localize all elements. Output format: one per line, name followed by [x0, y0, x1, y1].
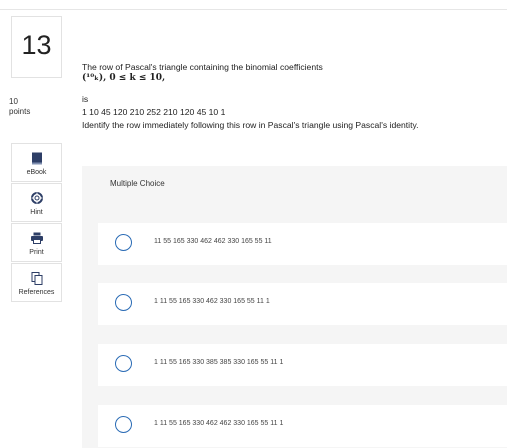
points-label: points	[9, 107, 31, 116]
choice-text-2: 1 11 55 165 330 462 330 165 55 11 1	[154, 298, 270, 305]
question-text-line-3: is	[82, 94, 89, 104]
ebook-label: eBook	[26, 169, 47, 176]
pascal-row: 1 10 45 120 210 252 210 120 45 10 1	[82, 107, 226, 117]
question-prompt: Identify the row immediately following t…	[82, 120, 419, 130]
choice-option-2[interactable]: 1 11 55 165 330 462 330 165 55 11 1	[98, 283, 507, 325]
choice-text-4: 1 11 55 165 330 462 462 330 165 55 11 1	[154, 420, 284, 427]
choice-option-4[interactable]: 1 11 55 165 330 462 462 330 165 55 11 1	[98, 405, 507, 447]
hint-button[interactable]: Hint	[11, 183, 62, 222]
multiple-choice-label: Multiple Choice	[110, 179, 165, 188]
choice-text-3: 1 11 55 165 330 385 385 330 165 55 11 1	[154, 359, 284, 366]
ebook-button[interactable]: eBook	[11, 143, 62, 182]
documents-icon	[31, 272, 42, 285]
choice-text-1: 11 55 165 330 462 462 330 165 55 11	[154, 238, 272, 245]
radio-button-3[interactable]	[115, 355, 132, 372]
points-value: 10	[9, 97, 18, 106]
radio-button-4[interactable]	[115, 416, 132, 433]
question-number-box: 13	[11, 16, 62, 78]
question-number: 13	[21, 30, 52, 60]
choice-option-1[interactable]: 11 55 165 330 462 462 330 165 55 11	[98, 223, 507, 265]
printer-icon	[30, 232, 43, 244]
question-text-line-1: The row of Pascal's triangle containing …	[82, 62, 323, 72]
book-icon	[31, 152, 42, 165]
print-label: Print	[29, 249, 44, 256]
radio-button-2[interactable]	[115, 294, 132, 311]
hint-label: Hint	[30, 209, 43, 216]
radio-button-1[interactable]	[115, 234, 132, 251]
lifebuoy-icon	[30, 192, 43, 204]
top-divider	[0, 9, 507, 10]
references-label: References	[18, 289, 55, 296]
references-button[interactable]: References	[11, 263, 62, 302]
print-button[interactable]: Print	[11, 223, 62, 262]
choice-option-3[interactable]: 1 11 55 165 330 385 385 330 165 55 11 1	[98, 344, 507, 386]
binomial-expression: (¹⁰ₖ), 0 ≤ k ≤ 10,	[82, 73, 166, 83]
